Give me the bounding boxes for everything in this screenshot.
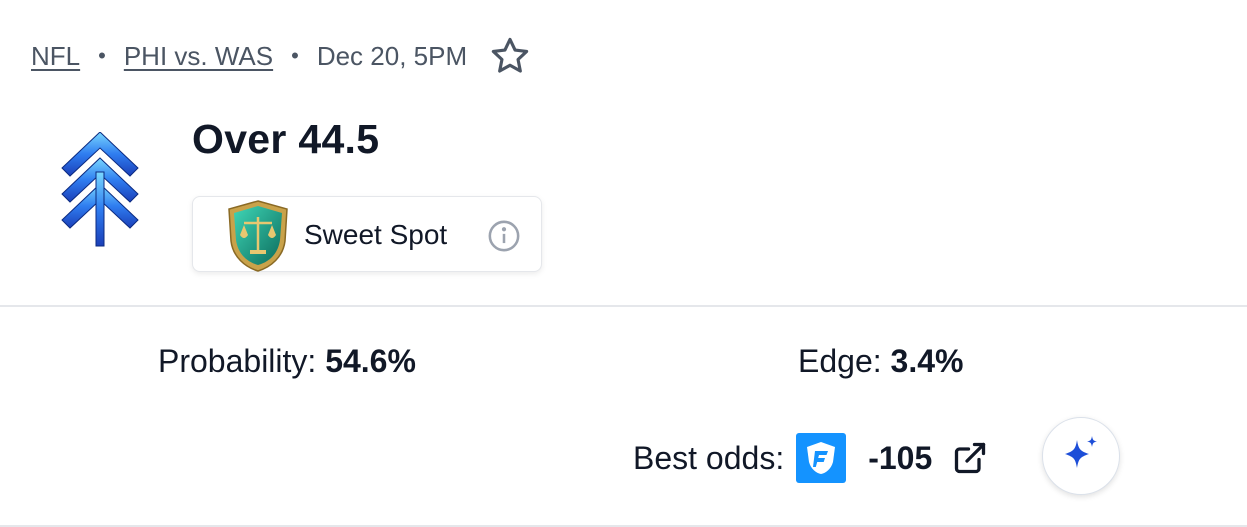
divider [0,305,1247,307]
best-odds-row: Best odds: -105 [633,430,988,486]
best-odds-label: Best odds: [633,439,785,476]
star-icon[interactable] [489,35,531,77]
breadcrumb: NFL • PHI vs. WAS • Dec 20, 5PM [31,36,531,76]
edge-value: 3.4% [890,343,964,379]
breadcrumb-separator: • [291,43,299,68]
breadcrumb-separator: • [98,43,106,68]
probability-label: Probability: [158,343,317,379]
chevron-arrows-up-icon [58,131,142,250]
probability-value: 54.6% [325,343,416,379]
scales-shield-icon [225,199,291,273]
edge-label: Edge: [798,343,882,379]
breadcrumb-matchup-link[interactable]: PHI vs. WAS [124,41,273,72]
breadcrumb-datetime: Dec 20, 5PM [316,40,468,71]
best-odds-value: -105 [868,439,933,476]
breadcrumb-league-link[interactable]: NFL [31,41,80,72]
ai-assistant-button[interactable] [1042,417,1120,495]
pick-title: Over 44.5 [192,116,380,162]
probability-stat: Probability: 54.6% [158,343,416,380]
sweet-spot-badge[interactable]: Sweet Spot [192,196,542,272]
fanduel-shield-icon[interactable] [796,433,847,483]
badge-label: Sweet Spot [304,219,448,250]
sparkle-icon [1059,432,1103,481]
external-link-icon[interactable] [952,440,988,476]
edge-stat: Edge: 3.4% [798,343,963,380]
info-icon[interactable] [487,219,521,253]
